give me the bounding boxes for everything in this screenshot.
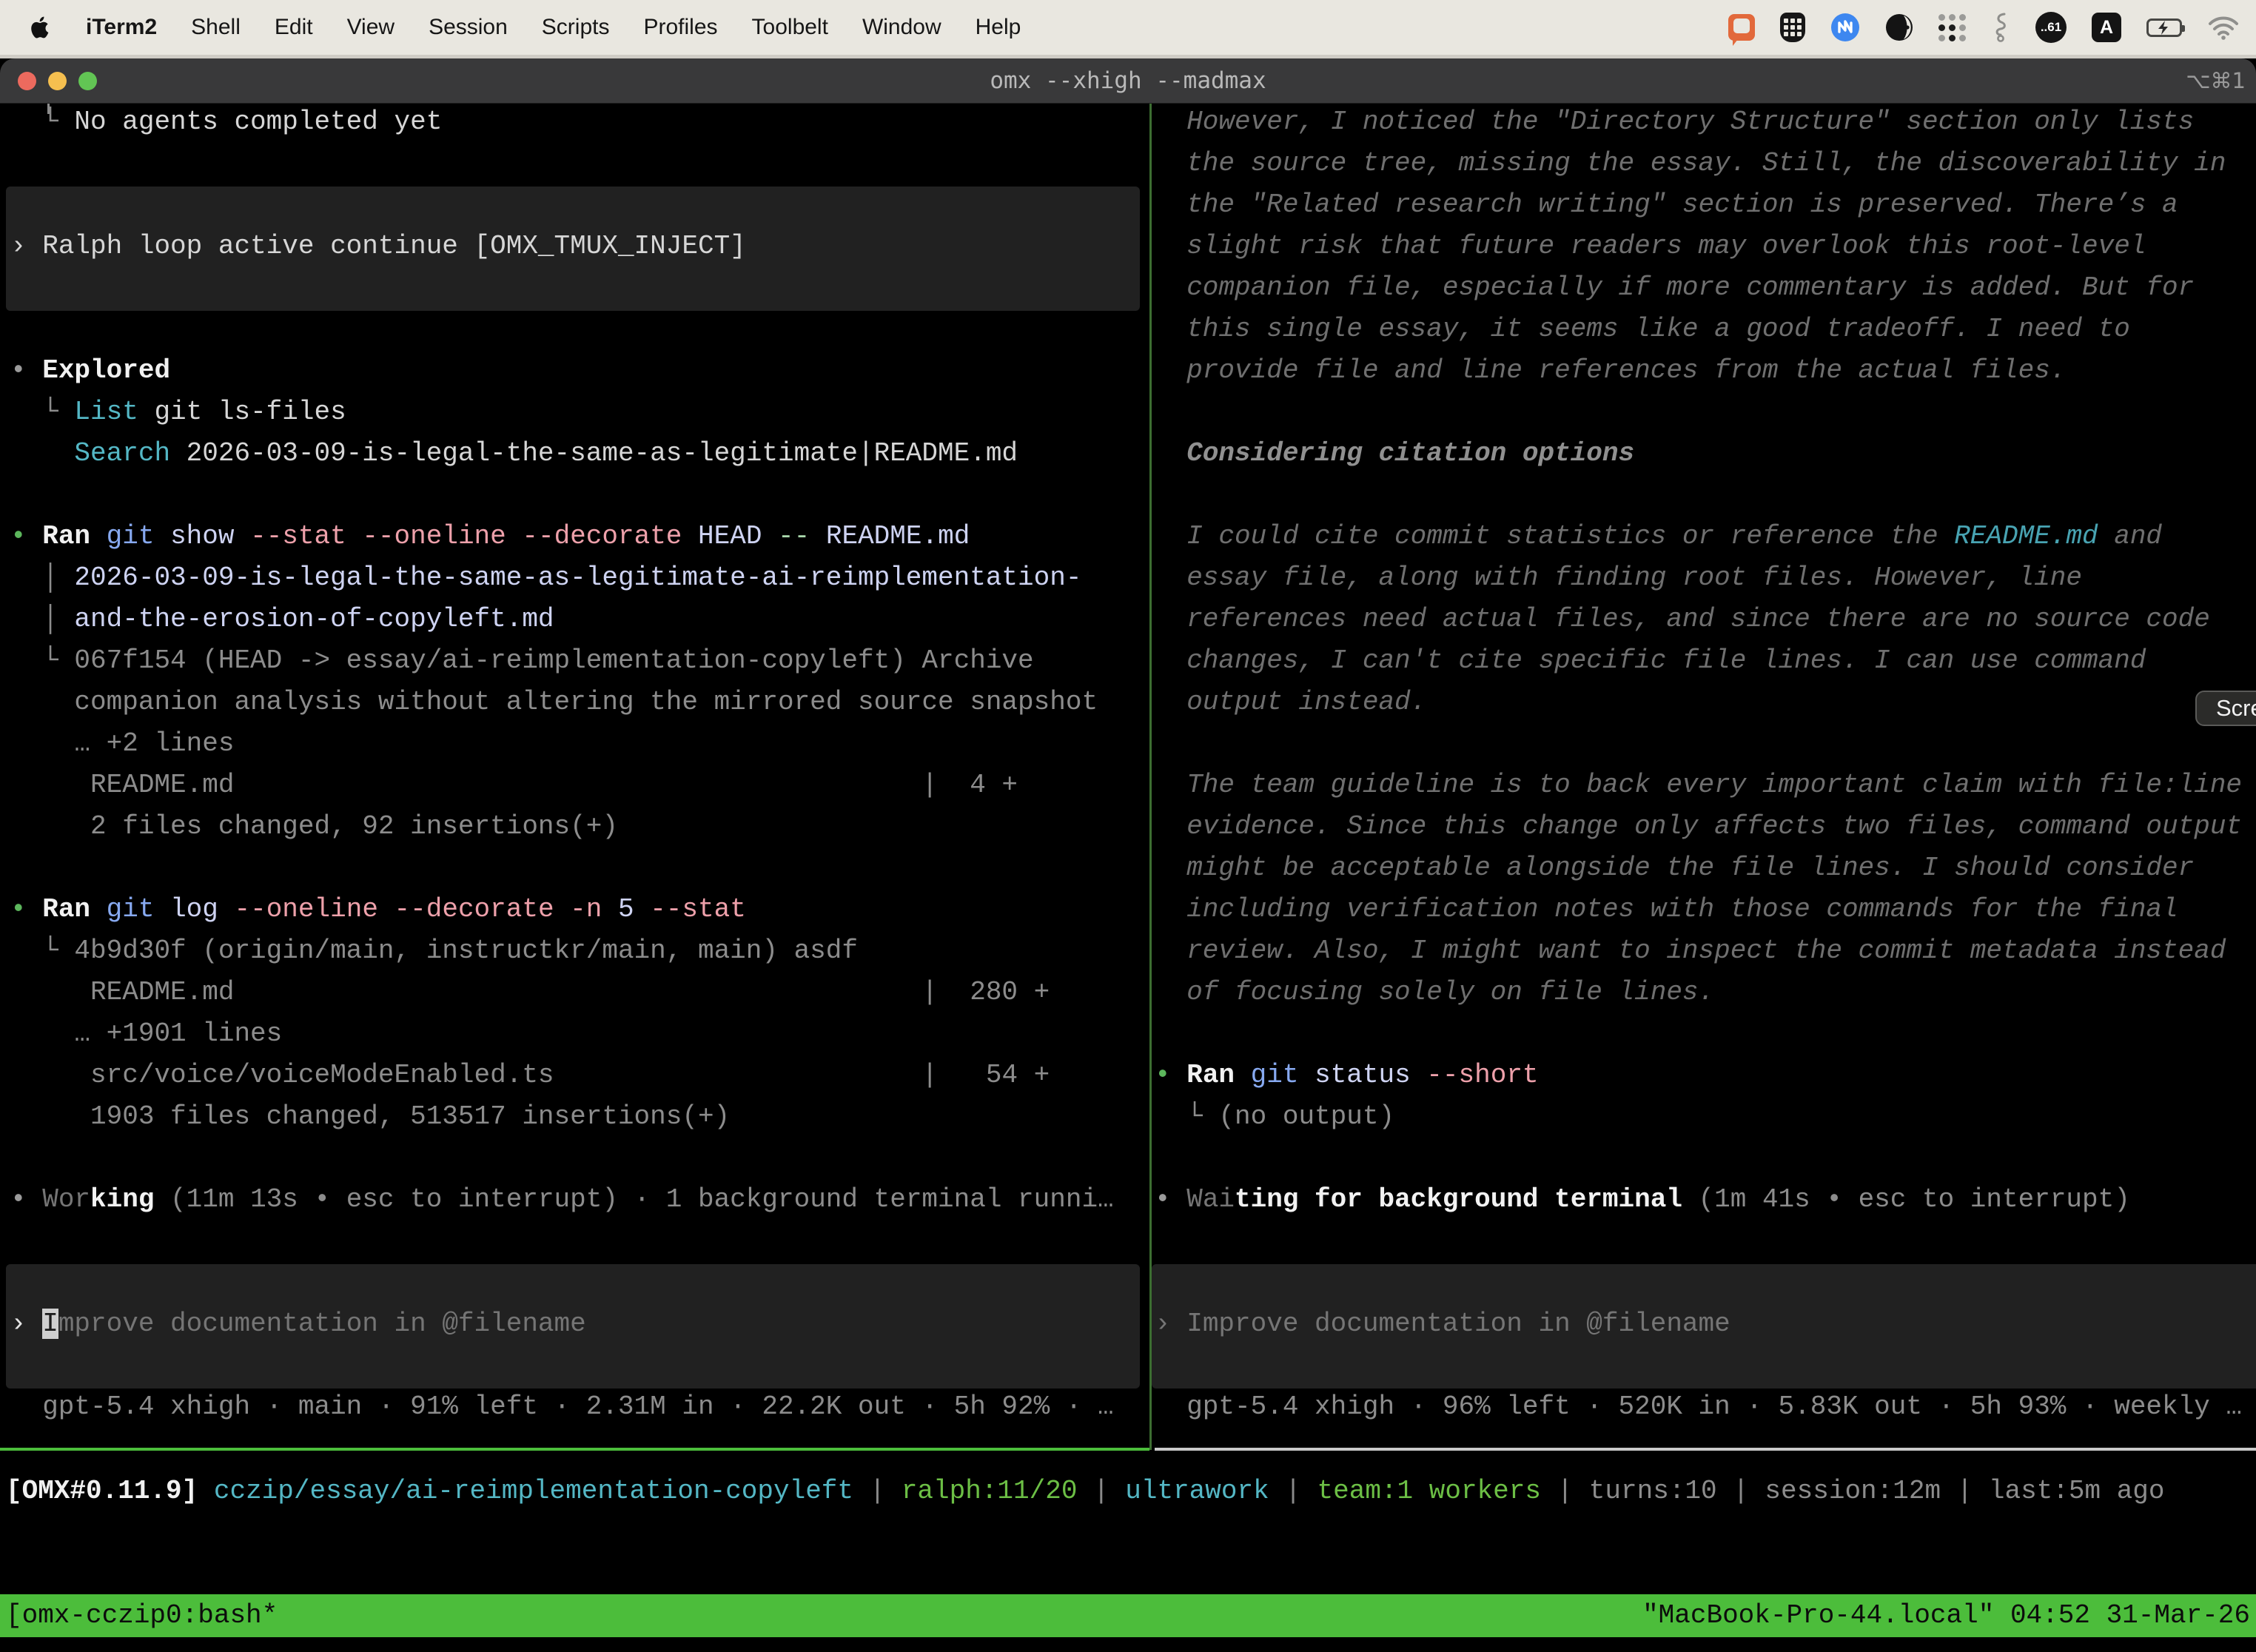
menu-shell[interactable]: Shell [191,15,241,40]
command-output: 2 files changed, 92 insertions(+) [10,806,618,847]
reasoning-text: output instead. [1155,682,1426,723]
chat-icon[interactable] [1728,14,1755,41]
reasoning-text: this single essay, it seems like a good … [1155,309,2130,350]
window-title-bar[interactable]: omx --xhigh --madmax ⌥⌘1 [0,58,2256,104]
input-source-icon[interactable]: A [2092,13,2121,42]
reasoning-text: the "Related research writing" section i… [1155,184,2178,226]
apple-menu-icon[interactable] [30,14,52,41]
menu-bar-status-icons: ..61 A [1728,12,2256,43]
explored-list-line: └ List git ls-files [10,392,346,433]
input-source-label: A [2100,17,2113,38]
command-output: └ (no output) [1155,1096,1394,1138]
menu-bar-menus: iTerm2 Shell Edit View Session Scripts Profile… [0,14,1021,41]
reasoning-text: companion file, especially if more comme… [1155,267,2194,309]
reasoning-text: of focusing solely on file lines. [1155,972,1714,1013]
reasoning-text: However, I noticed the "Directory Struct… [1155,101,2194,143]
tmux-session-label[interactable]: [omx-cczip0:bash* [6,1594,278,1637]
command-output: 1903 files changed, 513517 insertions(+) [10,1096,730,1138]
reasoning-text: The team guideline is to back every impo… [1155,765,2242,806]
command-arg-wrap: │ 2026-03-09-is-legal-the-same-as-legiti… [10,557,1081,599]
reasoning-text: might be acceptable alongside the file l… [1155,847,2194,889]
lightning-circle-icon[interactable] [1830,13,1860,42]
inactive-pane-border [1155,1448,2256,1451]
prompt-input-right: › Improve documentation in @filename [1155,1303,1730,1345]
terminal-viewport[interactable]: └ No agents completed yet › Ralph loop ac… [0,104,2256,1652]
ran-git-show-command: • Ran git show --stat --oneline --decora… [10,516,970,557]
screen: { "menu_bar": { "items": ["iTerm2", "She… [0,0,2256,1652]
window-title: omx --xhigh --madmax [0,58,2256,104]
dots-grid-icon[interactable] [1938,14,1966,41]
active-pane-border [0,1448,1149,1451]
reasoning-text: essay file, along with finding root file… [1155,557,2082,599]
reasoning-heading: Considering citation options [1155,433,1634,474]
command-output: companion analysis without altering the … [10,682,1098,723]
reasoning-text: review. Also, I might want to inspect th… [1155,930,2226,972]
macos-menu-bar: iTerm2 Shell Edit View Session Scripts Profile… [0,0,2256,55]
reasoning-text: slight risk that future readers may over… [1155,226,2146,267]
command-output: src/voice/voiceModeEnabled.ts | 54 + [10,1055,1050,1096]
tmux-host-clock: "MacBook-Pro-44.local" 04:52 31-Mar-26 [1642,1594,2250,1637]
menu-profiles[interactable]: Profiles [643,15,717,40]
session-stats-left: gpt-5.4 xhigh · main · 91% left · 2.31M … [10,1386,1114,1428]
command-output: └ 067f154 (HEAD -> essay/ai-reimplementa… [10,640,1034,682]
tmux-status-bar: [omx-cczip0:bash* "MacBook-Pro-44.local"… [0,1594,2256,1637]
menu-item-list: iTerm2 Shell Edit View Session Scripts Profile… [86,15,1021,40]
command-output: … +1901 lines [10,1013,282,1055]
reasoning-text: I could cite commit statistics or refere… [1155,516,2162,557]
command-output: README.md | 280 + [10,972,1050,1013]
menu-scripts[interactable]: Scripts [542,15,610,40]
reasoning-text: references need actual files, and since … [1155,599,2210,640]
working-status-line: • Working (11m 13s • esc to interrupt) ·… [10,1179,1114,1220]
ran-git-log-command: • Ran git log --oneline --decorate -n 5 … [10,889,746,930]
terminal-grid: └ No agents completed yet › Ralph loop ac… [0,101,2256,1508]
menu-toolbelt[interactable]: Toolbelt [752,15,828,40]
reasoning-text: evidence. Since this change only affects… [1155,806,2242,847]
prompt-input-left: › Improve documentation in @filename [10,1303,586,1345]
inject-banner-line: › Ralph loop active continue [OMX_TMUX_I… [10,226,746,267]
ran-git-status-command: • Ran git status --short [1155,1055,1539,1096]
wifi-icon[interactable] [2207,15,2240,40]
agents-status-line: └ No agents completed yet [10,101,442,143]
shield-keypad-icon[interactable] [1780,13,1805,42]
menu-edit[interactable]: Edit [275,15,313,40]
menu-iterm2[interactable]: iTerm2 [86,15,157,40]
squiggle-icon[interactable] [1991,12,2010,43]
pane-divider[interactable] [1149,104,1152,1450]
screen-share-overlay-chip: Scre [2195,691,2256,726]
battery-icon[interactable] [2146,19,2182,37]
command-output: └ 4b9d30f (origin/main, instructkr/main,… [10,930,858,972]
session-stats-right: gpt-5.4 xhigh · 96% left · 520K in · 5.8… [1155,1386,2242,1428]
reasoning-text: including verification notes with those … [1155,889,2178,930]
badge-61-label: ..61 [2041,20,2061,35]
reasoning-text: provide file and line references from th… [1155,350,2066,392]
menu-help[interactable]: Help [976,15,1021,40]
omx-status-line: [OMX#0.11.9] cczip/essay/ai-reimplementa… [6,1471,2165,1512]
explored-search-line: Search 2026-03-09-is-legal-the-same-as-l… [10,433,1018,474]
window-shortcut-badge: ⌥⌘1 [2186,58,2246,104]
menu-window[interactable]: Window [862,15,941,40]
menu-view[interactable]: View [347,15,395,40]
explored-header: • Explored [10,350,170,392]
command-output: … +2 lines [10,723,234,765]
overlay-label: Scre [2216,695,2256,721]
reasoning-text: the source tree, missing the essay. Stil… [1155,143,2226,184]
command-arg-wrap: │ and-the-erosion-of-copyleft.md [10,599,554,640]
command-output: README.md | 4 + [10,765,1018,806]
waiting-status-line: • Waiting for background terminal (1m 41… [1155,1179,2130,1220]
reasoning-text: changes, I can't cite specific file line… [1155,640,2146,682]
badge-61-icon[interactable]: ..61 [2035,12,2067,43]
moon-circle-icon[interactable] [1885,13,1913,41]
menu-session[interactable]: Session [429,15,508,40]
